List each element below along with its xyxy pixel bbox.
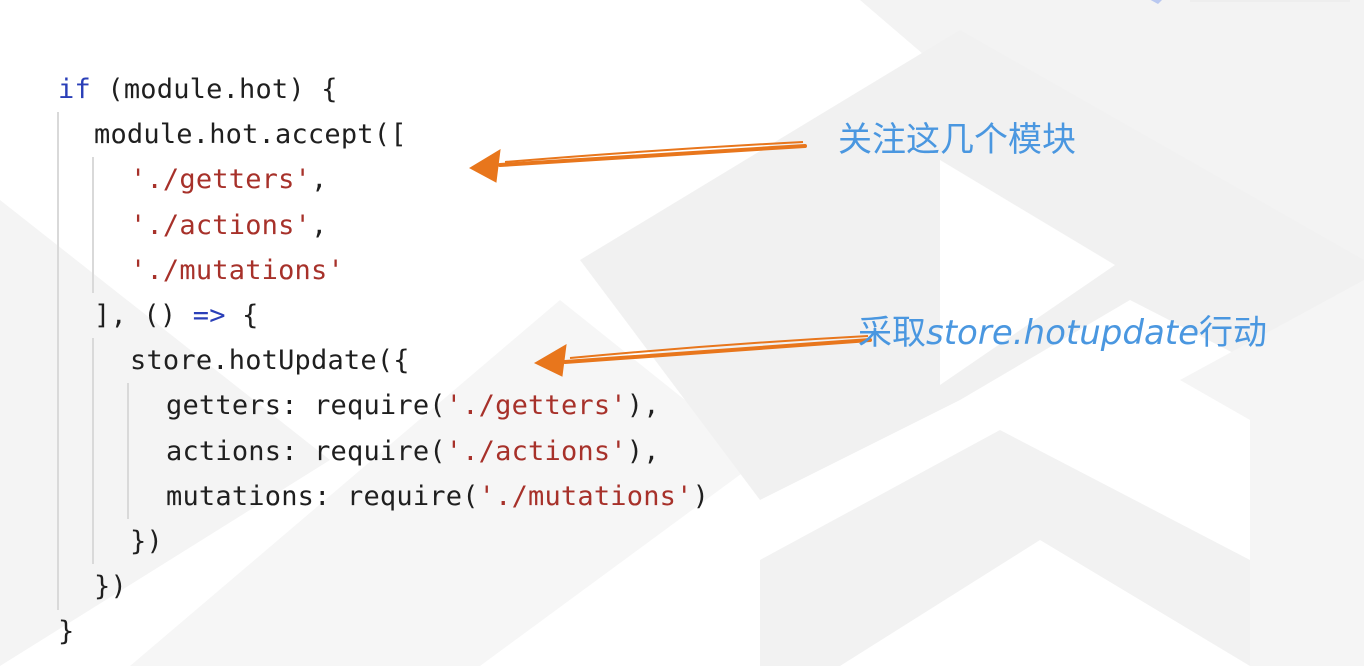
annotation-code: store.hotupdate	[926, 313, 1200, 353]
arrow-to-hotupdate	[533, 335, 872, 377]
annotation-watch-modules: 关注这几个模块	[838, 112, 1076, 161]
arrow-to-modules	[468, 141, 807, 183]
annotation-watch-modules-text: 关注这几个模块	[838, 120, 1076, 160]
annotation-suffix: 行动	[1199, 313, 1268, 353]
annotation-prefix: 采取	[858, 313, 926, 353]
annotation-hotupdate-action: 采取store.hotupdate行动	[858, 305, 1267, 354]
